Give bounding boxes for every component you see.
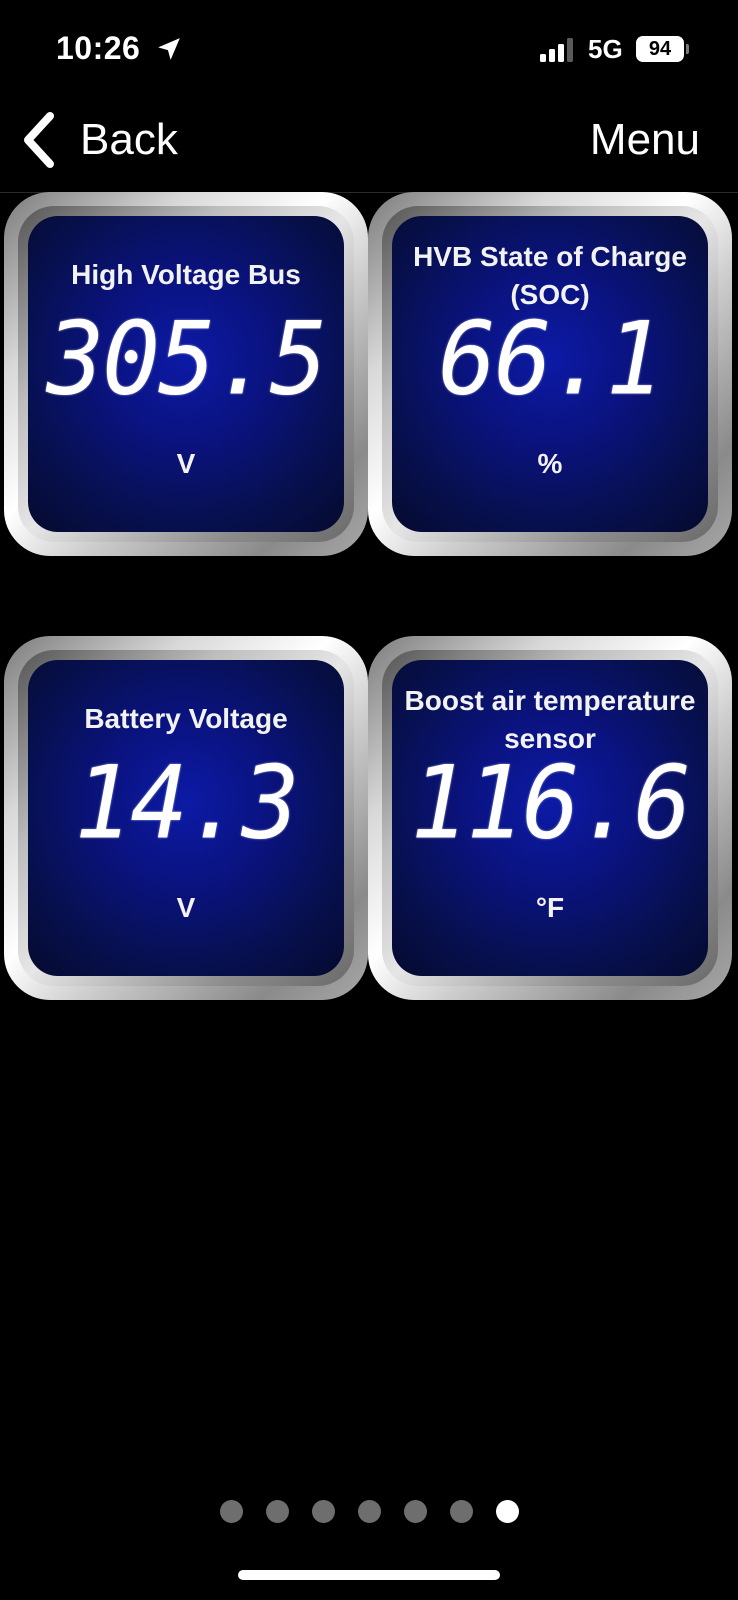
gauge-value: 14.3 (74, 744, 299, 862)
gauge-unit: V (176, 448, 196, 479)
gauge-boost-air-temperature[interactable]: Boost air temperature sensor 116.6 °F (368, 636, 732, 1000)
gauge-value: 66.1 (438, 300, 663, 418)
gauge-value: 305.5 (46, 300, 328, 418)
network-type-label: 5G (588, 34, 623, 64)
status-bar: 10:26 5G 94 (0, 0, 738, 100)
battery-nub (686, 44, 689, 54)
gauge-unit: V (176, 892, 196, 923)
battery-icon: 94 (636, 36, 684, 62)
back-label: Back (80, 115, 178, 164)
location-arrow-icon (158, 38, 180, 60)
cellular-signal-icon (540, 38, 573, 62)
page-dot[interactable] (357, 1500, 381, 1523)
page-dot[interactable] (265, 1500, 289, 1523)
gauge-battery-voltage[interactable]: Battery Voltage 14.3 V (4, 636, 368, 1000)
page-dot[interactable] (311, 1500, 335, 1523)
page-indicator[interactable] (0, 1500, 738, 1526)
menu-button[interactable]: Menu (590, 110, 700, 170)
gauge-high-voltage-bus[interactable]: High Voltage Bus 305.5 V (4, 192, 368, 556)
gauge-face: Boost air temperature sensor 116.6 °F (392, 660, 708, 976)
gauge-rim: High Voltage Bus 305.5 V (18, 206, 354, 542)
nav-bar: Back Menu (0, 100, 738, 193)
page-dot[interactable] (219, 1500, 243, 1523)
page-dot[interactable] (449, 1500, 473, 1523)
gauge-face: Battery Voltage 14.3 V (28, 660, 344, 976)
gauge-value: 116.6 (410, 744, 692, 862)
battery-level: 94 (648, 38, 672, 60)
gauge-face: HVB State of Charge (SOC) 66.1 % (392, 216, 708, 532)
gauge-face: High Voltage Bus 305.5 V (28, 216, 344, 532)
gauge-rim: Boost air temperature sensor 116.6 °F (382, 650, 718, 986)
gauge-title: High Voltage Bus (71, 259, 301, 290)
gauge-unit: % (537, 448, 563, 479)
back-button[interactable]: Back (20, 110, 178, 170)
status-time: 10:26 (56, 30, 141, 66)
gauge-rim: Battery Voltage 14.3 V (18, 650, 354, 986)
gauge-unit: °F (535, 892, 565, 923)
page-dot[interactable] (495, 1500, 519, 1523)
chevron-left-icon (24, 112, 54, 168)
gauge-title: Battery Voltage (84, 703, 288, 734)
gauge-rim: HVB State of Charge (SOC) 66.1 % (382, 206, 718, 542)
gauge-hvb-state-of-charge[interactable]: HVB State of Charge (SOC) 66.1 % (368, 192, 732, 556)
page-dot[interactable] (403, 1500, 427, 1523)
home-indicator[interactable] (238, 1570, 500, 1580)
